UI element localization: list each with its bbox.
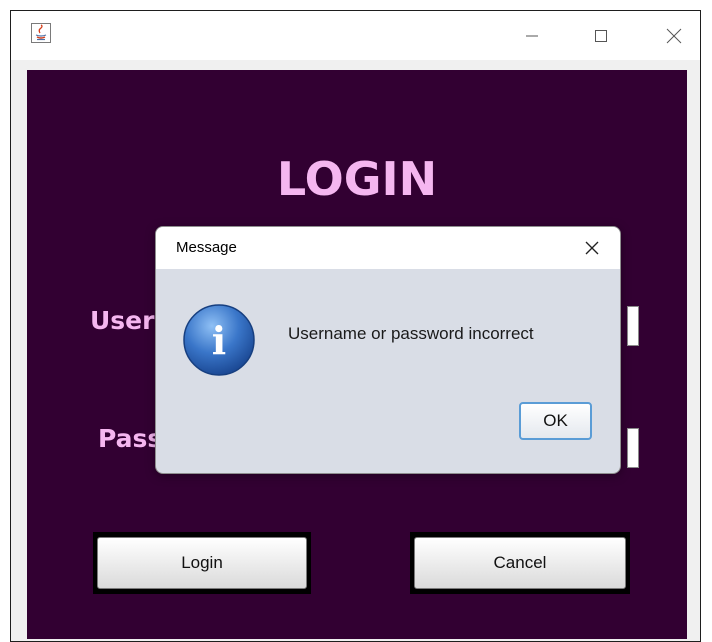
password-label: Pass	[98, 424, 163, 453]
ok-button[interactable]: OK	[519, 402, 592, 440]
login-button[interactable]: Login	[97, 537, 307, 589]
minimize-icon	[526, 35, 538, 36]
minimize-button[interactable]	[509, 11, 555, 60]
maximize-button[interactable]	[578, 11, 624, 60]
info-icon-glyph: i	[212, 318, 226, 363]
title-bar[interactable]	[11, 11, 700, 60]
maximize-icon	[595, 29, 607, 42]
login-title: LOGIN	[276, 152, 438, 206]
message-dialog: Message i Username or password incorrect…	[155, 226, 621, 474]
dialog-title: Message	[176, 239, 237, 256]
close-icon	[666, 28, 682, 43]
dialog-message: Username or password incorrect	[288, 324, 534, 343]
dialog-title-bar[interactable]: Message	[156, 227, 620, 269]
close-button[interactable]	[651, 11, 697, 60]
dialog-close-button[interactable]	[581, 237, 603, 259]
cancel-button[interactable]: Cancel	[414, 537, 626, 589]
login-button-frame: Login	[93, 532, 311, 594]
java-app-icon	[31, 23, 51, 43]
username-label: User	[90, 306, 155, 335]
close-icon	[585, 241, 599, 255]
cancel-button-frame: Cancel	[410, 532, 630, 594]
username-field[interactable]	[627, 306, 639, 346]
info-icon: i	[181, 302, 257, 378]
password-field[interactable]	[627, 428, 639, 468]
